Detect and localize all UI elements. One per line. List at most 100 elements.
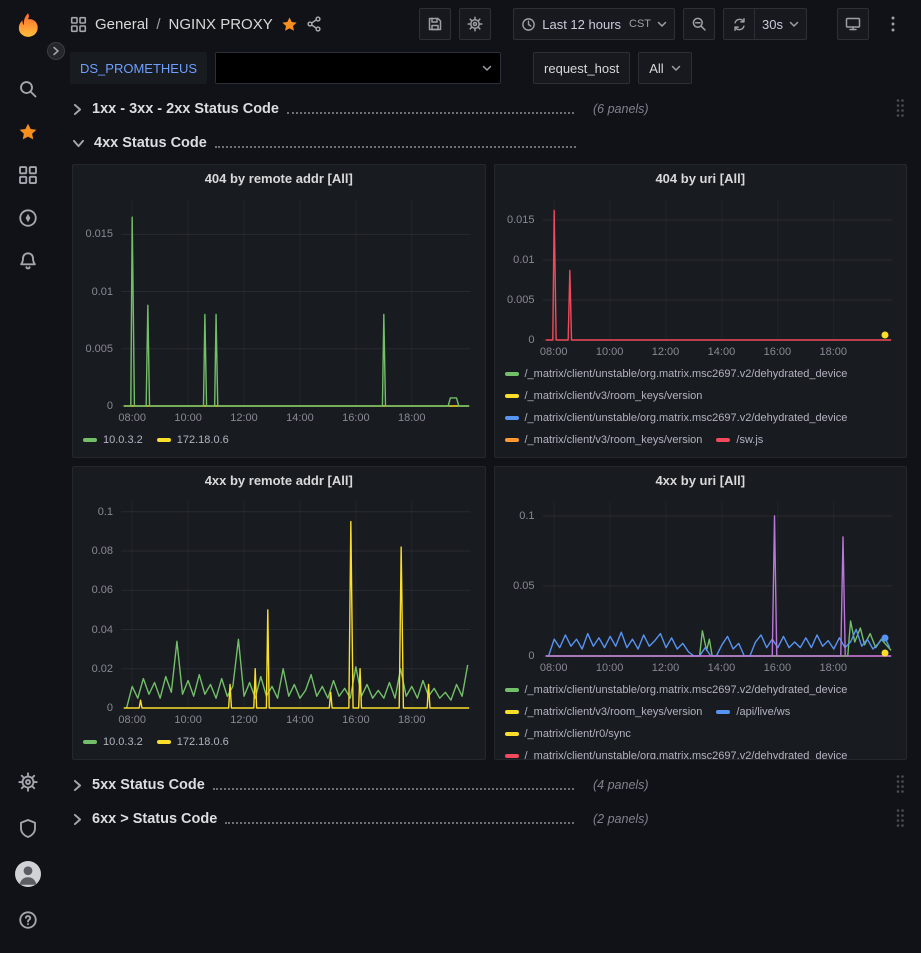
sidebar-item-search[interactable]	[8, 69, 48, 109]
zoom-out-time-button[interactable]	[683, 8, 715, 40]
grafana-logo[interactable]	[11, 10, 45, 44]
search-icon	[18, 79, 38, 99]
legend-item[interactable]: 10.0.3.2	[83, 731, 143, 753]
y-axis-labels: 00.020.040.060.080.1	[77, 502, 117, 708]
panel-title[interactable]: 4xx by remote addr [All]	[73, 467, 485, 494]
clock-icon	[521, 17, 536, 32]
panel-404-by-remote-addr: 404 by remote addr [All] 00.0050.010.015…	[72, 164, 486, 458]
legend-item[interactable]: /_matrix/client/unstable/org.matrix.msc2…	[505, 363, 848, 385]
legend-item[interactable]: /_matrix/client/v3/room_keys/version	[505, 429, 703, 451]
sidebar-item-explore[interactable]	[8, 198, 48, 238]
sidebar-expand-button[interactable]	[47, 42, 65, 60]
row-drag-handle[interactable]	[893, 806, 907, 833]
legend-label: /_matrix/client/unstable/org.matrix.msc2…	[525, 745, 848, 759]
share-icon[interactable]	[306, 16, 322, 32]
legend-label: /_matrix/client/unstable/org.matrix.msc2…	[525, 363, 848, 385]
chevron-right-icon	[52, 46, 60, 56]
row-panel-count: (2 panels)	[593, 812, 649, 826]
row-5xx[interactable]: 5xx Status Code (4 panels)	[72, 770, 907, 800]
panel-grid: 404 by remote addr [All] 00.0050.010.015…	[72, 164, 907, 760]
series-line	[124, 217, 469, 406]
panel-title[interactable]: 404 by remote addr [All]	[73, 165, 485, 192]
avatar	[15, 861, 41, 887]
legend-item[interactable]: /_matrix/client/unstable/org.matrix.msc2…	[505, 407, 848, 429]
series-line	[548, 629, 889, 656]
panel-legend: /_matrix/client/unstable/org.matrix.msc2…	[495, 676, 907, 759]
variable-request-host-label[interactable]: request_host	[533, 52, 630, 84]
row-drag-handle[interactable]	[893, 772, 907, 799]
row-4xx[interactable]: 4xx Status Code	[72, 128, 907, 158]
legend-swatch	[505, 710, 519, 714]
dashboard-title[interactable]: NGINX PROXY	[169, 16, 273, 33]
refresh-interval-label: 30s	[762, 17, 783, 32]
sidebar-item-starred[interactable]	[8, 112, 48, 152]
legend-label: 172.18.0.6	[177, 429, 229, 451]
sidebar-item-profile[interactable]	[8, 854, 48, 894]
legend-label: /api/live/ws	[736, 701, 790, 723]
time-range-picker[interactable]: Last 12 hours CST	[513, 8, 675, 40]
gear-icon	[18, 772, 38, 792]
plot-area[interactable]	[543, 200, 893, 340]
panel-title[interactable]: 4xx by uri [All]	[495, 467, 907, 494]
drag-dots-icon	[895, 808, 905, 828]
star-icon	[18, 122, 38, 142]
grafana-app: General / NGINX PROXY	[0, 0, 921, 953]
legend-label: 172.18.0.6	[177, 731, 229, 753]
chevron-down-icon	[482, 65, 492, 72]
cycle-view-mode-button[interactable]	[837, 8, 869, 40]
panel-title[interactable]: 404 by uri [All]	[495, 165, 907, 192]
dashboard-settings-button[interactable]	[459, 8, 491, 40]
legend-item[interactable]: /_matrix/client/unstable/org.matrix.msc2…	[505, 745, 848, 759]
favorite-star-icon[interactable]	[281, 16, 298, 33]
bell-icon	[18, 251, 38, 271]
dashboard-content: 1xx - 3xx - 2xx Status Code (6 panels) 4…	[56, 88, 921, 953]
variables-bar: DS_PROMETHEUS request_host All	[56, 48, 921, 88]
refresh-interval-dropdown[interactable]: 30s	[755, 8, 807, 40]
row-1xx-3xx-2xx[interactable]: 1xx - 3xx - 2xx Status Code (6 panels)	[72, 94, 907, 124]
plot-area[interactable]	[543, 502, 893, 656]
legend-label: /_matrix/client/unstable/org.matrix.msc2…	[525, 679, 848, 701]
row-6xx[interactable]: 6xx > Status Code (2 panels)	[72, 804, 907, 834]
legend-label: 10.0.3.2	[103, 429, 143, 451]
panel-4xx-by-uri: 4xx by uri [All] 00.050.108:0010:0012:00…	[494, 466, 908, 760]
kebab-menu-button[interactable]	[877, 8, 909, 40]
breadcrumb-separator: /	[156, 16, 160, 33]
legend-item[interactable]: /_matrix/client/unstable/org.matrix.msc2…	[505, 679, 848, 701]
monitor-icon	[845, 16, 861, 32]
variable-request-host-select[interactable]: All	[638, 52, 691, 84]
row-panel-count: (4 panels)	[593, 778, 649, 792]
breadcrumb-folder[interactable]: General	[95, 16, 148, 33]
main-area: General / NGINX PROXY	[56, 0, 921, 953]
sidebar-item-dashboards[interactable]	[8, 155, 48, 195]
refresh-group: 30s	[723, 8, 807, 40]
panel-404-by-uri: 404 by uri [All] 00.0050.010.01508:0010:…	[494, 164, 908, 458]
sidebar-item-help[interactable]	[8, 900, 48, 940]
variable-datasource-label[interactable]: DS_PROMETHEUS	[70, 52, 207, 84]
legend-item[interactable]: 10.0.3.2	[83, 429, 143, 451]
legend-item[interactable]: /_matrix/client/v3/room_keys/version	[505, 701, 703, 723]
legend-item[interactable]: /sw.js	[716, 429, 763, 451]
plot-area[interactable]	[121, 200, 471, 406]
plot-area[interactable]	[121, 502, 471, 708]
sidebar-item-alerting[interactable]	[8, 241, 48, 281]
row-drag-handle[interactable]	[893, 96, 907, 123]
x-axis-labels: 08:0010:0012:0014:0016:0018:00	[121, 710, 471, 728]
sidebar-item-configuration[interactable]	[8, 762, 48, 802]
legend-item[interactable]: /_matrix/client/v3/room_keys/version	[505, 385, 703, 407]
grafana-flame-icon	[11, 10, 45, 44]
legend-swatch	[505, 372, 519, 376]
legend-item[interactable]: 172.18.0.6	[157, 731, 229, 753]
legend-item[interactable]: /_matrix/client/r0/sync	[505, 723, 631, 745]
legend-item[interactable]: 172.18.0.6	[157, 429, 229, 451]
legend-item[interactable]: /api/live/ws	[716, 701, 790, 723]
save-dashboard-button[interactable]	[419, 8, 451, 40]
chevron-down-icon	[671, 65, 681, 72]
row-title-wrap: 5xx Status Code	[92, 777, 574, 793]
row-dotted-leader	[225, 822, 574, 824]
sidebar-item-server-admin[interactable]	[8, 808, 48, 848]
panel-legend: /_matrix/client/unstable/org.matrix.msc2…	[495, 360, 907, 457]
variable-datasource-select[interactable]	[215, 52, 501, 84]
legend-swatch	[505, 732, 519, 736]
y-axis-labels: 00.050.1	[499, 502, 539, 656]
refresh-button[interactable]	[723, 8, 755, 40]
